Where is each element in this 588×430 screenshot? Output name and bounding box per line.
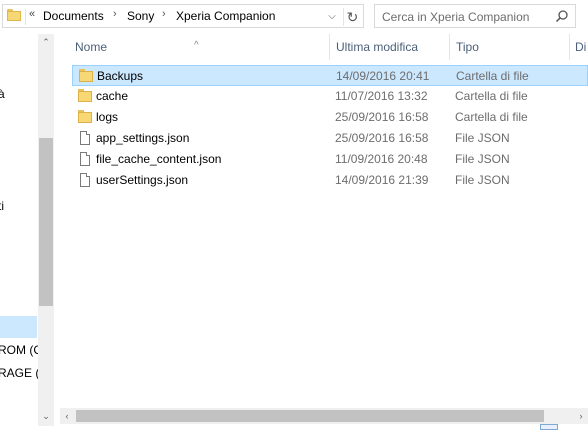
file-modified: 11/09/2016 20:48 [335, 152, 428, 166]
file-icon [78, 131, 92, 145]
nav-scrollbar-thumb[interactable] [39, 138, 53, 306]
file-type: Cartella di file [456, 69, 529, 83]
file-row[interactable]: file_cache_content.json 11/09/2016 20:48 F… [72, 149, 588, 170]
column-header-name[interactable]: Nome [75, 40, 107, 54]
breadcrumb-documents[interactable]: Documents [43, 9, 104, 23]
file-type: Cartella di file [455, 89, 528, 103]
refresh-icon[interactable]: ↻ [343, 8, 361, 26]
breadcrumb-sony[interactable]: Sony [127, 9, 154, 23]
nav-item-fragment[interactable]: à [0, 87, 5, 101]
breadcrumb-chevron-icon[interactable]: › [113, 8, 117, 20]
file-row[interactable]: userSettings.json 14/09/2016 21:39 File JS… [72, 170, 588, 191]
column-headers: ^ Nome Ultima modifica Tipo Di [60, 34, 588, 60]
file-icon [78, 152, 92, 166]
column-divider[interactable] [449, 34, 450, 60]
nav-item-fragment[interactable]: ti [0, 199, 4, 213]
horizontal-scrollbar-thumb[interactable] [76, 410, 544, 422]
breadcrumb-overflow-button[interactable]: « [29, 8, 35, 20]
folder-icon [78, 110, 92, 124]
file-type: Cartella di file [455, 110, 528, 124]
file-name: file_cache_content.json [96, 152, 222, 166]
file-name: cache [96, 89, 129, 103]
file-type: File JSON [455, 173, 510, 187]
column-header-size[interactable]: Di [575, 40, 586, 54]
nav-item-fragment[interactable]: l [0, 222, 1, 236]
file-modified: 14/09/2016 20:41 [336, 69, 430, 83]
file-modified: 11/07/2016 13:32 [335, 89, 428, 103]
file-row[interactable]: logs 25/09/2016 16:58 Cartella di file [72, 107, 588, 128]
file-modified: 25/09/2016 16:58 [335, 131, 429, 145]
file-row[interactable]: cache 11/07/2016 13:32 Cartella di file [72, 86, 588, 107]
file-row[interactable]: Backups 14/09/2016 20:41 Cartella di file [72, 65, 588, 86]
view-toggle-button[interactable] [540, 424, 558, 430]
file-name: app_settings.json [96, 131, 190, 145]
folder-icon [7, 9, 21, 21]
address-box[interactable]: « Documents › Sony › Xperia Companion ⌵ … [2, 4, 364, 28]
nav-selected-item[interactable] [0, 316, 37, 338]
horizontal-scrollbar[interactable]: ‹ › [60, 408, 588, 424]
folder-icon [79, 69, 93, 83]
folder-icon [78, 89, 92, 103]
file-name: logs [96, 110, 119, 124]
file-name: userSettings.json [96, 173, 189, 187]
scroll-down-icon[interactable]: ⌄ [38, 408, 54, 424]
file-name: Backups [97, 69, 144, 83]
nav-drive-rom[interactable]: ROM (C [0, 343, 42, 357]
file-modified: 14/09/2016 21:39 [335, 173, 429, 187]
address-separator [25, 9, 26, 25]
sort-ascending-icon: ^ [194, 40, 199, 51]
file-type: File JSON [455, 131, 510, 145]
file-row[interactable]: app_settings.json 25/09/2016 16:58 File JS… [72, 128, 588, 149]
address-bar: « Documents › Sony › Xperia Companion ⌵ … [0, 0, 588, 34]
file-modified: 25/09/2016 16:58 [335, 110, 429, 124]
search-icon[interactable] [555, 9, 569, 23]
column-divider[interactable] [569, 34, 570, 60]
file-list: ^ Nome Ultima modifica Tipo Di Backups 14… [60, 34, 588, 430]
column-header-modified[interactable]: Ultima modifica [336, 40, 418, 54]
column-divider[interactable] [329, 34, 330, 60]
scroll-up-icon[interactable]: ⌃ [38, 34, 54, 50]
scroll-left-icon[interactable]: ‹ [60, 408, 74, 424]
scroll-right-icon[interactable]: › [574, 408, 588, 424]
column-header-type[interactable]: Tipo [456, 40, 479, 54]
navigation-pane: à ti l ROM (C RAGE (H ⌃ ⌄ [0, 34, 54, 430]
breadcrumb-chevron-icon[interactable]: › [162, 8, 166, 20]
breadcrumb-xperia-companion[interactable]: Xperia Companion [176, 9, 275, 23]
search-input[interactable]: Cerca in Xperia Companion [374, 4, 576, 28]
file-icon [78, 173, 92, 187]
file-type: File JSON [455, 152, 510, 166]
search-placeholder: Cerca in Xperia Companion [382, 10, 530, 24]
address-history-dropdown-icon[interactable]: ⌵ [325, 9, 339, 25]
